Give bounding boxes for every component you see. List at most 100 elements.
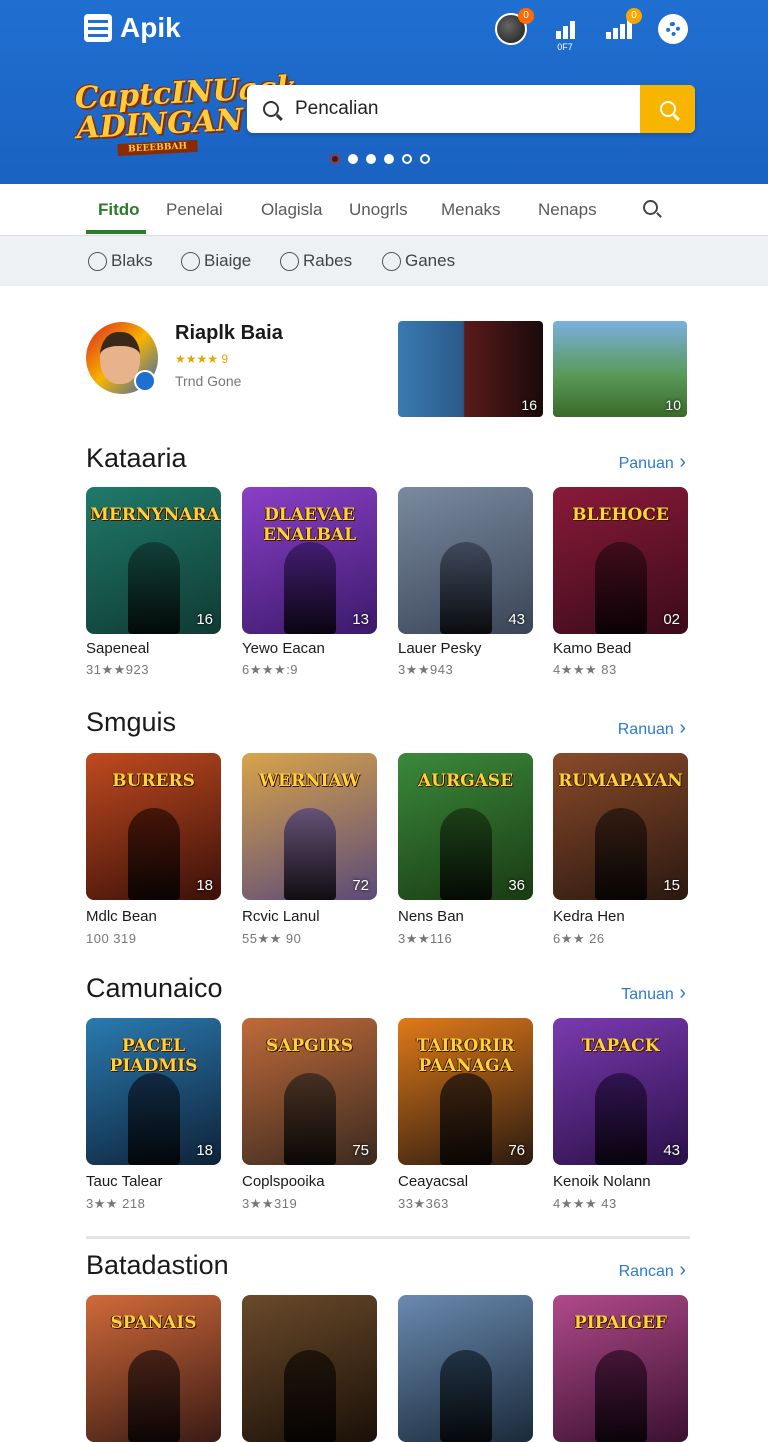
app-card-name[interactable]: Ceayacsal — [398, 1173, 468, 1190]
app-card-image[interactable]: DLAEVAE ENALBAL 13 — [242, 487, 377, 634]
character-figure — [284, 1073, 336, 1165]
header-actions: 0 0F7 0 — [494, 8, 690, 52]
carousel-dot[interactable] — [402, 154, 412, 164]
see-more-link[interactable]: Ranuan — [618, 717, 686, 740]
app-card-number: 76 — [508, 1142, 525, 1159]
app-card-image[interactable]: BURERS 18 — [86, 753, 221, 900]
carousel-dot[interactable] — [348, 154, 358, 164]
carousel-dot[interactable] — [366, 154, 376, 164]
character-figure — [595, 1073, 647, 1165]
wifi-button[interactable]: 0F7 — [548, 12, 582, 52]
app-card-image[interactable]: MERNYNARAN 16 — [86, 487, 221, 634]
tab-fitdo[interactable]: Fitdo — [98, 184, 140, 236]
app-card-name[interactable]: Lauer Pesky — [398, 640, 481, 657]
app-card-name[interactable]: Tauc Talear — [86, 1173, 162, 1190]
filter-label: Rabes — [303, 251, 353, 270]
radio-icon — [181, 251, 200, 271]
character-figure — [440, 1073, 492, 1165]
character-figure — [284, 542, 336, 634]
app-card-image[interactable]: TAPACK 43 — [553, 1018, 688, 1165]
app-card-art-title: AURGASE — [417, 771, 514, 791]
signal-badge: 0 — [626, 8, 642, 24]
tab-unogrls[interactable]: Unogrls — [349, 184, 408, 236]
filter-label: Blaks — [111, 251, 153, 270]
wifi-label: 0F7 — [557, 42, 573, 52]
app-card-image[interactable]: BLEHOCE 02 — [553, 487, 688, 634]
featured-app-subtitle: Trnd Gone — [175, 373, 242, 389]
section-title: Kataaria — [86, 443, 187, 473]
app-card-image[interactable]: SPANAIS — [86, 1295, 221, 1442]
app-card-image[interactable]: PACEL PIADMIS 18 — [86, 1018, 221, 1165]
app-card-name[interactable]: Mdlc Bean — [86, 908, 157, 925]
settings-button[interactable] — [656, 12, 690, 46]
filter-option[interactable]: Ganes — [382, 251, 455, 271]
character-figure — [440, 1350, 492, 1442]
app-card-rating: 3★★319 — [242, 1196, 298, 1211]
app-card-image[interactable]: RUMAPAYAN 15 — [553, 753, 688, 900]
featured-screenshot[interactable]: 16 — [398, 321, 543, 417]
app-card-name[interactable]: Rcvic Lanul — [242, 908, 320, 925]
screenshot-label: 10 — [665, 397, 681, 413]
app-logo[interactable]: Apik — [84, 12, 181, 44]
signal-button[interactable]: 0 — [602, 8, 642, 46]
profile-button[interactable]: 0 — [494, 8, 534, 46]
featured-screenshot[interactable]: 10 — [553, 321, 687, 417]
filter-option[interactable]: Rabes — [280, 251, 352, 271]
app-card-art-title: SPANAIS — [110, 1313, 197, 1333]
carousel-dot[interactable] — [420, 154, 430, 164]
app-header: Apik 0 0F7 0 CaptcINUack ADINGAN BEEEBBA… — [0, 0, 768, 184]
character-figure — [128, 808, 180, 900]
app-card-image[interactable] — [398, 1295, 533, 1442]
app-card-rating: 31★★923 — [86, 662, 149, 677]
app-card-image[interactable]: PIPAIGEF — [553, 1295, 688, 1442]
app-card-name[interactable]: Coplspooika — [242, 1173, 325, 1190]
see-more-link[interactable]: Panuan — [619, 451, 686, 474]
tab-olagisla[interactable]: Olagisla — [261, 184, 322, 236]
brand-logo-title: CaptcINUack ADINGAN — [73, 69, 299, 147]
brand-logo[interactable]: CaptcINUack ADINGAN BEEEBBAH — [73, 69, 299, 160]
search-input[interactable] — [295, 98, 640, 120]
screenshot-label: 16 — [521, 397, 537, 413]
carousel-dot[interactable] — [330, 154, 340, 164]
tab-menaks[interactable]: Menaks — [441, 184, 501, 236]
app-card-name[interactable]: Kamo Bead — [553, 640, 631, 657]
app-card-number: 16 — [196, 611, 213, 628]
app-card-art-title: SAPGIRS — [265, 1036, 354, 1056]
app-card-name[interactable]: Kedra Hen — [553, 908, 625, 925]
app-card-image[interactable] — [242, 1295, 377, 1442]
carousel-dot[interactable] — [384, 154, 394, 164]
app-card-art-title: WERNIAW — [258, 771, 361, 791]
filter-option[interactable]: Biaige — [181, 251, 251, 271]
app-card-rating: 6★★★:9 — [242, 662, 299, 677]
tab-penelai[interactable]: Penelai — [166, 184, 223, 236]
app-card-image[interactable]: TAIRORIR PAANAGA 76 — [398, 1018, 533, 1165]
see-more-link[interactable]: Rancan — [619, 1259, 686, 1282]
character-figure — [440, 808, 492, 900]
app-card-number: 36 — [508, 877, 525, 894]
filter-option[interactable]: Blaks — [88, 251, 153, 271]
verified-icon — [134, 370, 156, 392]
tab-nenaps[interactable]: Nenaps — [538, 184, 597, 236]
carousel-indicator[interactable] — [330, 154, 430, 164]
app-card-art-title: PACEL PIADMIS — [109, 1036, 198, 1076]
app-card-name[interactable]: Sapeneal — [86, 640, 149, 657]
app-card-name[interactable]: Nens Ban — [398, 908, 464, 925]
search-icon — [247, 101, 295, 117]
app-card-image[interactable]: AURGASE 36 — [398, 753, 533, 900]
app-card-art-title: TAIRORIR PAANAGA — [416, 1036, 515, 1076]
character-figure — [595, 542, 647, 634]
app-card-number: 18 — [196, 1142, 213, 1159]
gear-icon — [658, 14, 688, 44]
search-button[interactable] — [640, 85, 695, 133]
app-card-name[interactable]: Kenoik Nolann — [553, 1173, 651, 1190]
app-card-rating: 3★★116 — [398, 931, 453, 946]
app-card-image[interactable]: 43 — [398, 487, 533, 634]
app-card-image[interactable]: SAPGIRS 75 — [242, 1018, 377, 1165]
app-card-image[interactable]: WERNIAW 72 — [242, 753, 377, 900]
app-card-name[interactable]: Yewo Eacan — [242, 640, 325, 657]
see-more-link[interactable]: Tanuan — [621, 982, 686, 1005]
app-card-rating: 4★★★ 43 — [553, 1196, 617, 1211]
character-figure — [128, 1073, 180, 1165]
tab-search-button[interactable] — [643, 200, 658, 215]
menu-icon — [84, 14, 112, 42]
